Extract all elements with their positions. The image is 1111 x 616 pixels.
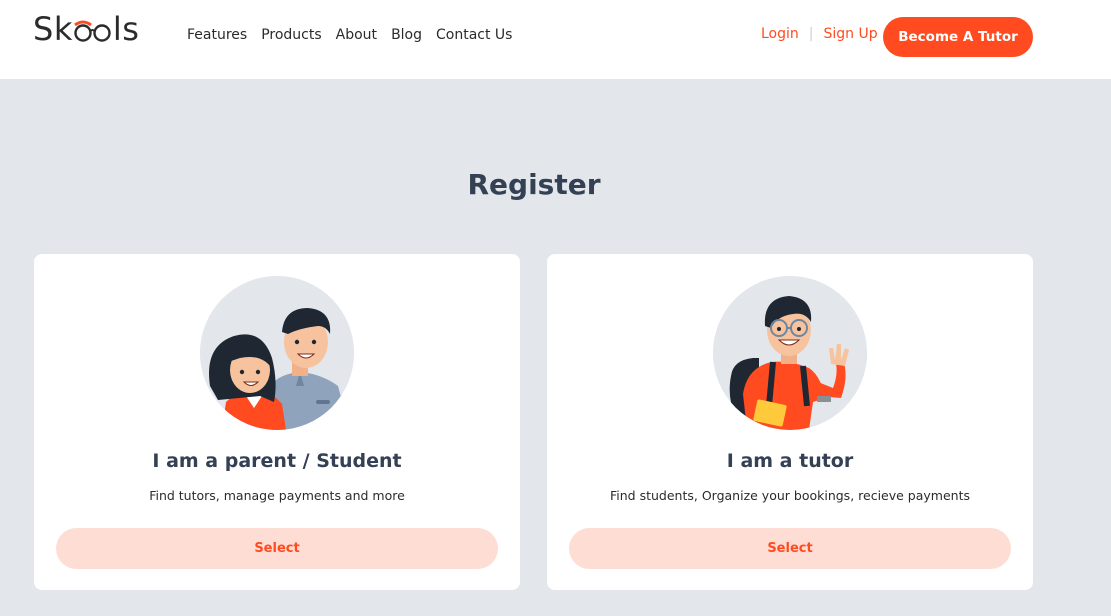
select-tutor-button[interactable]: Select (569, 528, 1011, 569)
logo-glasses-icon (73, 9, 113, 49)
logo-text-end: ls (112, 10, 140, 48)
nav-blog[interactable]: Blog (391, 27, 422, 43)
signup-link[interactable]: Sign Up (824, 26, 878, 42)
become-tutor-button[interactable]: Become A Tutor (883, 17, 1033, 57)
parent-student-card-description: Find tutors, manage payments and more (149, 488, 405, 503)
site-header: Sk ls Features Products About Blog Conta… (0, 0, 1111, 79)
login-link[interactable]: Login (761, 26, 799, 42)
main-nav: Features Products About Blog Contact Us (187, 27, 512, 43)
select-parent-student-button[interactable]: Select (56, 528, 498, 569)
parent-student-card[interactable]: I am a parent / Student Find tutors, man… (34, 254, 520, 590)
nav-contact-us[interactable]: Contact Us (436, 27, 512, 43)
nav-features[interactable]: Features (187, 27, 247, 43)
tutor-card-description: Find students, Organize your bookings, r… (610, 488, 970, 503)
logo-text-start: Sk (33, 10, 73, 48)
tutor-card[interactable]: I am a tutor Find students, Organize you… (547, 254, 1033, 590)
page-title: Register (467, 168, 601, 201)
skools-logo[interactable]: Sk ls (33, 9, 139, 49)
parent-student-illustration-icon (200, 276, 354, 430)
auth-links: Login | Sign Up (761, 26, 878, 42)
nav-products[interactable]: Products (261, 27, 321, 43)
nav-about[interactable]: About (336, 27, 377, 43)
tutor-illustration-icon (713, 276, 867, 430)
auth-divider: | (808, 26, 814, 42)
tutor-card-title: I am a tutor (726, 450, 854, 472)
parent-student-card-title: I am a parent / Student (152, 450, 402, 472)
